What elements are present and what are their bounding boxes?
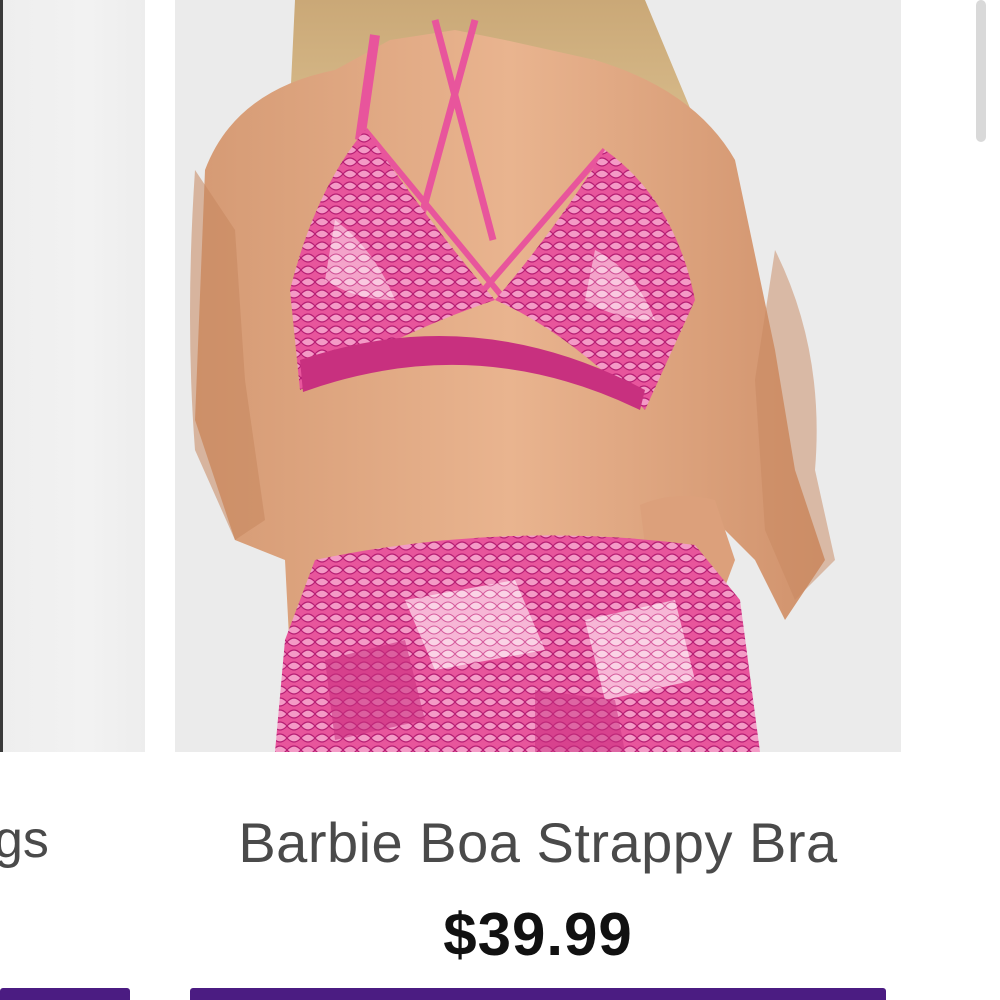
- product-photo-illustration: [190, 0, 835, 752]
- product-image[interactable]: [175, 0, 901, 752]
- add-to-cart-button[interactable]: [190, 988, 886, 1000]
- previous-product-image[interactable]: [0, 0, 145, 752]
- previous-product-card[interactable]: gs: [0, 0, 145, 1000]
- product-title[interactable]: Barbie Boa Strappy Bra: [175, 810, 901, 875]
- previous-product-title[interactable]: gs: [0, 810, 49, 870]
- previous-product-button[interactable]: [0, 988, 130, 1000]
- product-price: $39.99: [443, 901, 633, 968]
- product-carousel: gs Barbie Boa Strappy Bra $39.99: [0, 0, 1000, 1000]
- scrollbar[interactable]: [976, 0, 986, 142]
- product-card[interactable]: Barbie Boa Strappy Bra $39.99: [175, 0, 901, 1000]
